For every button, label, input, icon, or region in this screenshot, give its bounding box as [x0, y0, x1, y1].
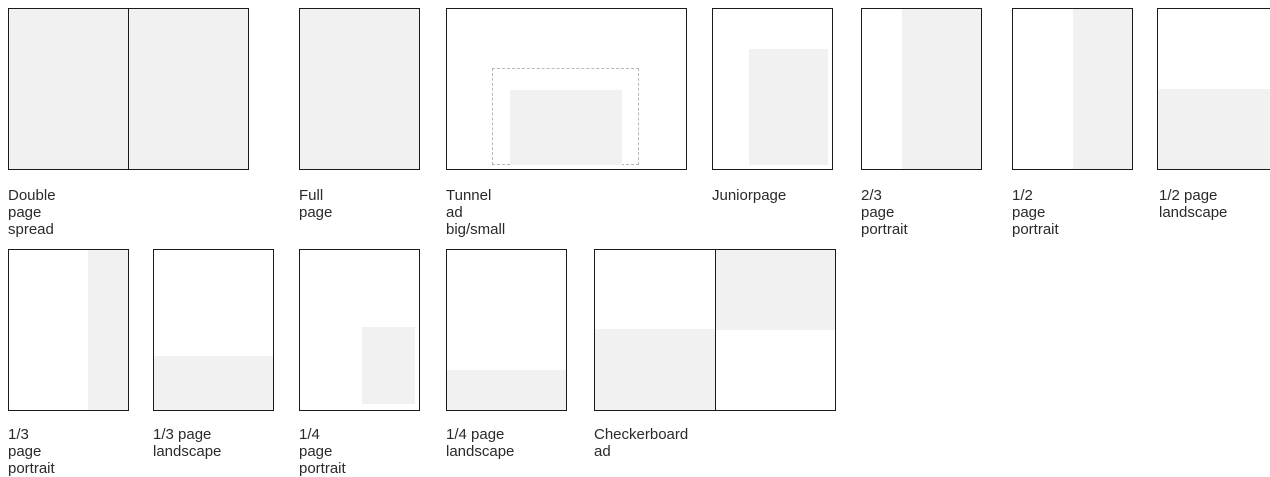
ad-area: [300, 9, 419, 169]
tunnel-ad-thumbnail: [446, 8, 687, 170]
ad-area: [902, 9, 981, 169]
third-portrait-label: 1/3 page portrait: [8, 426, 55, 477]
two-thirds-portrait-thumbnail: [861, 8, 982, 170]
two-thirds-portrait-label: 2/3 page portrait: [861, 187, 908, 238]
third-landscape-thumbnail: [153, 249, 274, 411]
full-page-label: Full page: [299, 187, 333, 221]
double-page-spread-label: Double page spread: [8, 187, 56, 238]
double-page-spread-thumbnail: [8, 8, 249, 170]
ad-area: [749, 49, 828, 165]
half-portrait-thumbnail: [1012, 8, 1133, 170]
juniorpage-label: Juniorpage: [712, 187, 787, 204]
page-fold: [715, 250, 716, 410]
ad-area: [154, 356, 273, 410]
half-portrait-label: 1/2 page portrait: [1012, 187, 1059, 238]
full-page-thumbnail: [299, 8, 420, 170]
ad-area-right: [715, 250, 835, 330]
checkerboard-ad-label: Checkerboard ad: [594, 426, 689, 460]
quarter-portrait-thumbnail: [299, 249, 420, 411]
quarter-landscape-thumbnail: [446, 249, 567, 411]
half-landscape-label: 1/2 page landscape: [1159, 187, 1228, 221]
ad-area-left: [595, 329, 715, 410]
small-ad-area: [510, 90, 622, 165]
half-landscape-thumbnail: [1157, 8, 1270, 170]
juniorpage-thumbnail: [712, 8, 833, 170]
tunnel-ad-label: Tunnel ad big/small: [446, 187, 506, 238]
quarter-portrait-label: 1/4 page portrait: [299, 426, 346, 477]
ad-area: [88, 250, 128, 410]
page-fold: [128, 9, 129, 169]
third-landscape-label: 1/3 page landscape: [153, 426, 222, 460]
ad-area: [362, 327, 415, 404]
third-portrait-thumbnail: [8, 249, 129, 411]
ad-area: [447, 370, 566, 410]
ad-area: [1073, 9, 1132, 169]
checkerboard-ad-thumbnail: [594, 249, 836, 411]
quarter-landscape-label: 1/4 page landscape: [446, 426, 515, 460]
ad-area: [1158, 89, 1270, 169]
